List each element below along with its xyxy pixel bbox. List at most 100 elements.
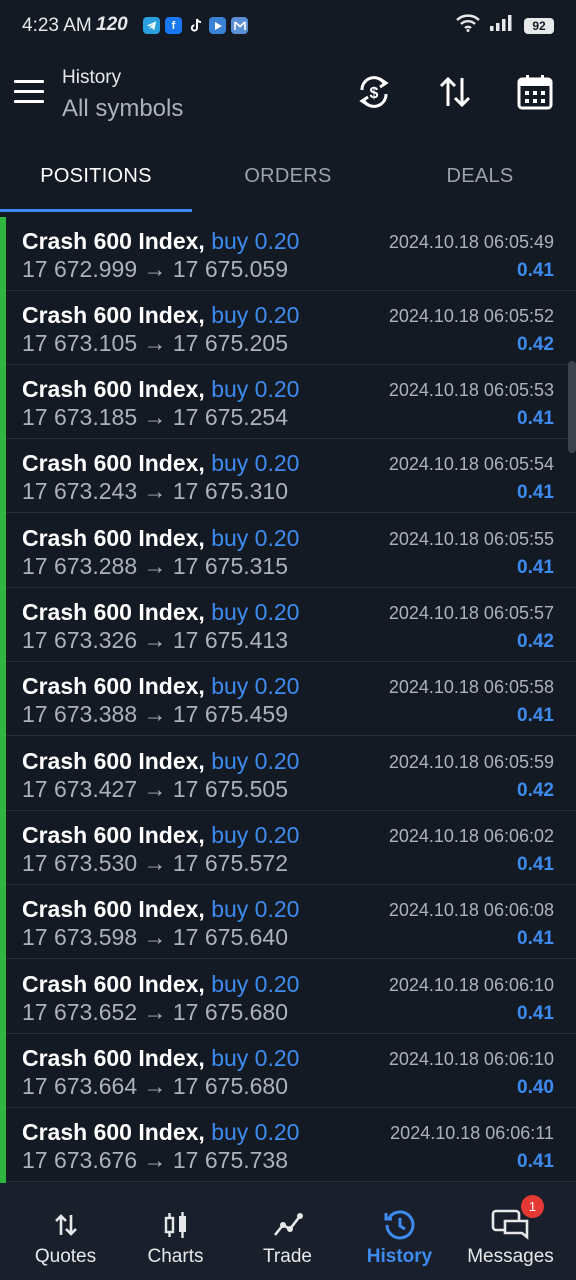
position-prices: 17 673.388 → 17 675.459 xyxy=(22,701,289,727)
charts-icon xyxy=(118,1208,233,1242)
status-time: 4:23 AM xyxy=(22,15,92,36)
position-prices: 17 673.530 → 17 675.572 xyxy=(22,850,289,876)
position-side: buy 0.20 xyxy=(211,971,300,997)
position-row[interactable]: Crash 600 Index, buy 0.20 17 673.326 → 1… xyxy=(6,588,576,662)
position-time: 2024.10.18 06:05:52 xyxy=(388,306,554,326)
position-symbol: Crash 600 Index, buy 0.20 xyxy=(22,228,300,254)
bottom-navigation: Quotes Charts Trade History 1 Messages xyxy=(0,1183,576,1280)
position-time: 2024.10.18 06:05:57 xyxy=(388,603,554,623)
position-symbol: Crash 600 Index, buy 0.20 xyxy=(22,599,300,625)
position-profit: 0.41 xyxy=(517,557,554,578)
wifi-icon xyxy=(456,14,480,37)
position-prices: 17 673.652 → 17 675.680 xyxy=(22,999,289,1025)
position-profit: 0.41 xyxy=(517,705,554,726)
position-row[interactable]: Crash 600 Index, buy 0.20 17 673.388 → 1… xyxy=(6,662,576,736)
position-row[interactable]: Crash 600 Index, buy 0.20 17 673.664 → 1… xyxy=(6,1034,576,1108)
nav-trade[interactable]: Trade xyxy=(230,1183,345,1280)
position-row[interactable]: Crash 600 Index, buy 0.20 17 673.652 → 1… xyxy=(6,960,576,1034)
tab-deals[interactable]: DEALS xyxy=(384,140,576,212)
position-side: buy 0.20 xyxy=(211,525,300,551)
position-row[interactable]: Crash 600 Index, buy 0.20 17 673.105 → 1… xyxy=(6,291,576,365)
position-row[interactable]: Crash 600 Index, buy 0.20 17 673.676 → 1… xyxy=(6,1108,576,1182)
menu-icon[interactable] xyxy=(14,74,48,108)
tab-positions[interactable]: POSITIONS xyxy=(0,140,192,212)
position-time: 2024.10.18 06:06:10 xyxy=(388,975,554,995)
scrollbar[interactable] xyxy=(568,361,576,453)
position-row[interactable]: Crash 600 Index, buy 0.20 17 672.999 → 1… xyxy=(6,217,576,291)
symbol-filter[interactable]: All symbols xyxy=(62,95,183,123)
nav-quotes[interactable]: Quotes xyxy=(8,1183,123,1280)
position-time: 2024.10.18 06:05:58 xyxy=(388,677,554,697)
quotes-icon xyxy=(8,1208,123,1242)
page-title: History xyxy=(62,67,122,88)
position-symbol: Crash 600 Index, buy 0.20 xyxy=(22,525,300,551)
position-side: buy 0.20 xyxy=(211,748,300,774)
position-symbol: Crash 600 Index, buy 0.20 xyxy=(22,896,300,922)
position-side: buy 0.20 xyxy=(211,228,300,254)
position-prices: 17 673.105 → 17 675.205 xyxy=(22,330,289,356)
position-time: 2024.10.18 06:06:08 xyxy=(388,900,554,920)
position-time: 2024.10.18 06:05:55 xyxy=(388,529,554,549)
history-icon xyxy=(342,1208,457,1242)
nav-label: Messages xyxy=(467,1246,554,1267)
telegram-icon xyxy=(143,17,160,34)
position-time: 2024.10.18 06:05:59 xyxy=(388,752,554,772)
position-symbol: Crash 600 Index, buy 0.20 xyxy=(22,822,300,848)
position-time: 2024.10.18 06:06:11 xyxy=(390,1123,554,1143)
position-side: buy 0.20 xyxy=(211,376,300,402)
position-time: 2024.10.18 06:06:02 xyxy=(388,826,554,846)
position-prices: 17 672.999 → 17 675.059 xyxy=(22,256,289,282)
youtube-icon xyxy=(209,17,226,34)
position-profit: 0.41 xyxy=(517,1003,554,1024)
position-profit: 0.42 xyxy=(517,780,554,801)
position-row[interactable]: Crash 600 Index, buy 0.20 17 673.185 → 1… xyxy=(6,365,576,439)
status-right: 92 xyxy=(456,14,554,37)
position-prices: 17 673.676 → 17 675.738 xyxy=(22,1147,289,1173)
position-symbol: Crash 600 Index, buy 0.20 xyxy=(22,376,300,402)
position-row[interactable]: Crash 600 Index, buy 0.20 17 673.530 → 1… xyxy=(6,811,576,885)
position-symbol: Crash 600 Index, buy 0.20 xyxy=(22,748,300,774)
position-prices: 17 673.243 → 17 675.310 xyxy=(22,478,289,504)
position-prices: 17 673.288 → 17 675.315 xyxy=(22,553,289,579)
position-row[interactable]: Crash 600 Index, buy 0.20 17 673.288 → 1… xyxy=(6,514,576,588)
position-row[interactable]: Crash 600 Index, buy 0.20 17 673.427 → 1… xyxy=(6,737,576,811)
positions-list[interactable]: Crash 600 Index, buy 0.20 17 672.999 → 1… xyxy=(0,217,576,1183)
position-symbol: Crash 600 Index, buy 0.20 xyxy=(22,450,300,476)
position-symbol: Crash 600 Index, buy 0.20 xyxy=(22,971,300,997)
sort-icon[interactable] xyxy=(435,72,475,112)
currency-exchange-icon[interactable]: $ xyxy=(354,72,394,112)
position-side: buy 0.20 xyxy=(211,1119,300,1145)
position-prices: 17 673.598 → 17 675.640 xyxy=(22,924,289,950)
position-row[interactable]: Crash 600 Index, buy 0.20 17 673.243 → 1… xyxy=(6,439,576,513)
position-side: buy 0.20 xyxy=(211,599,300,625)
nav-messages[interactable]: 1 Messages xyxy=(453,1183,568,1280)
position-symbol: Crash 600 Index, buy 0.20 xyxy=(22,673,300,699)
nav-label: Trade xyxy=(263,1246,312,1267)
nav-charts[interactable]: Charts xyxy=(118,1183,233,1280)
position-profit: 0.41 xyxy=(517,482,554,503)
position-profit: 0.41 xyxy=(517,260,554,281)
position-profit: 0.41 xyxy=(517,1151,554,1172)
position-time: 2024.10.18 06:05:53 xyxy=(388,380,554,400)
position-profit: 0.41 xyxy=(517,928,554,949)
svg-text:$: $ xyxy=(370,85,379,102)
position-profit: 0.42 xyxy=(517,631,554,652)
position-symbol: Crash 600 Index, buy 0.20 xyxy=(22,1045,300,1071)
position-symbol: Crash 600 Index, buy 0.20 xyxy=(22,302,300,328)
position-row[interactable]: Crash 600 Index, buy 0.20 17 673.598 → 1… xyxy=(6,885,576,959)
position-profit: 0.41 xyxy=(517,408,554,429)
nav-history[interactable]: History xyxy=(342,1183,457,1280)
nav-label: Quotes xyxy=(34,1246,97,1267)
gmail-icon xyxy=(231,17,248,34)
position-side: buy 0.20 xyxy=(211,822,300,848)
nav-label: Charts xyxy=(147,1246,204,1267)
position-prices: 17 673.185 → 17 675.254 xyxy=(22,404,289,430)
battery-icon: 92 xyxy=(524,17,554,34)
tab-orders[interactable]: ORDERS xyxy=(192,140,384,212)
trade-icon xyxy=(230,1208,345,1242)
status-bar: 4:23 AM 120 f 92 xyxy=(0,0,576,52)
position-side: buy 0.20 xyxy=(211,673,300,699)
calendar-icon[interactable] xyxy=(515,72,555,112)
position-prices: 17 673.427 → 17 675.505 xyxy=(22,776,289,802)
app-header: History All symbols $ xyxy=(0,52,576,140)
